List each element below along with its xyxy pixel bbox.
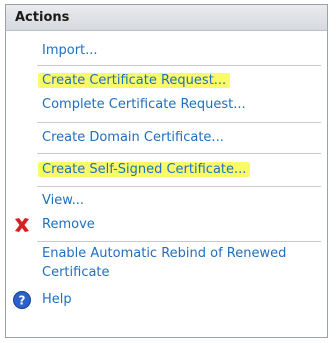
svg-text:?: ?	[19, 294, 26, 308]
create-self-signed-certificate-label: Create Self-Signed Certificate...	[38, 162, 251, 177]
create-certificate-request-label: Create Certificate Request...	[38, 73, 231, 88]
red-x-icon	[15, 218, 29, 232]
complete-certificate-request-link[interactable]: Complete Certificate Request...	[42, 95, 246, 115]
separator	[37, 153, 321, 154]
separator	[37, 186, 321, 187]
create-certificate-request-link[interactable]: Create Certificate Request...	[38, 71, 231, 91]
separator	[37, 122, 321, 123]
separator	[37, 241, 321, 242]
enable-automatic-rebind-link[interactable]: Enable Automatic Rebind of Renewed Certi…	[42, 244, 312, 284]
help-link[interactable]: Help	[42, 290, 72, 310]
separator	[37, 65, 321, 66]
view-link[interactable]: View...	[42, 191, 84, 211]
create-domain-certificate-link[interactable]: Create Domain Certificate...	[42, 128, 224, 148]
actions-header: Actions	[6, 5, 327, 31]
remove-link[interactable]: Remove	[42, 215, 95, 235]
help-icon: ?	[13, 291, 31, 309]
actions-panel: Actions Import... Create Certificate Req…	[5, 4, 328, 338]
import-link[interactable]: Import...	[42, 41, 98, 61]
create-self-signed-certificate-link[interactable]: Create Self-Signed Certificate...	[38, 160, 251, 180]
